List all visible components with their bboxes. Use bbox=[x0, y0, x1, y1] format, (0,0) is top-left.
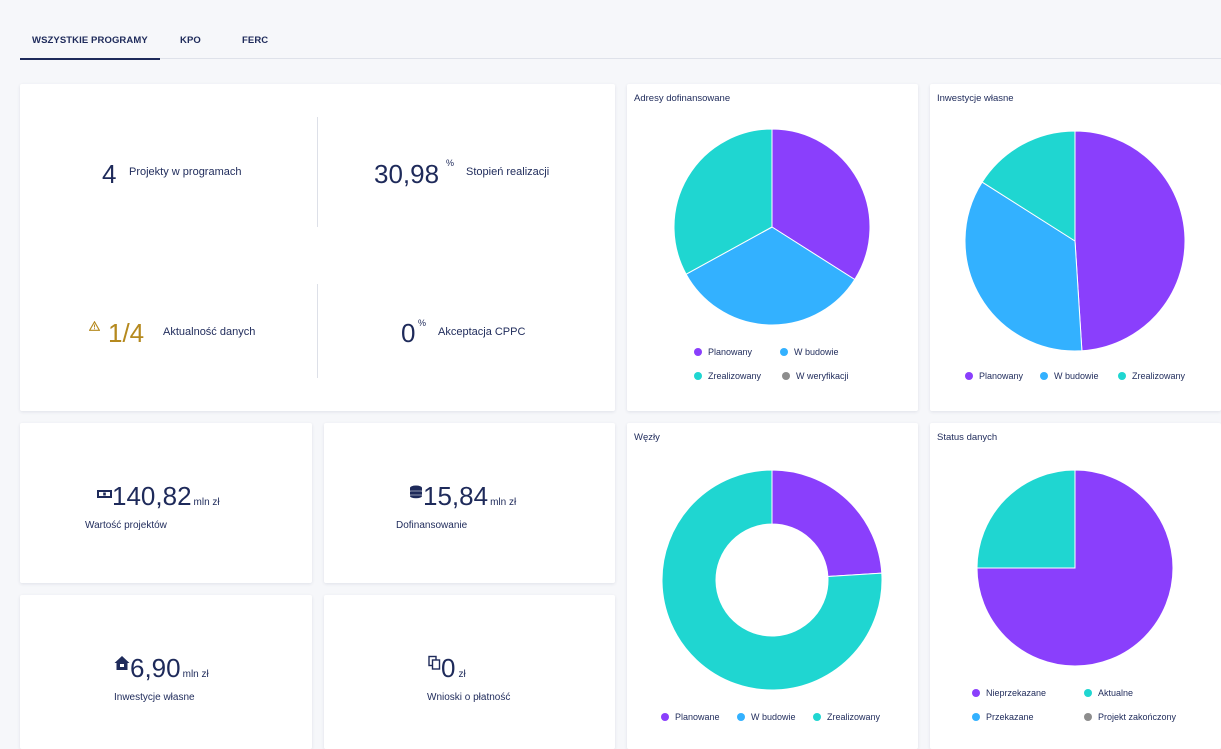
copy-icon bbox=[428, 655, 441, 681]
payment-requests-card: 0 zł Wnioski o płatność bbox=[324, 595, 615, 749]
legend-label: Planowany bbox=[979, 371, 1024, 381]
legend-label: W budowie bbox=[751, 712, 796, 722]
pie-slice-planowany[interactable] bbox=[1074, 130, 1186, 352]
payment-requests-number: 0 bbox=[441, 653, 456, 683]
legend-item-realized[interactable]: Zrealizowany bbox=[1118, 371, 1185, 381]
legend-dot bbox=[782, 372, 790, 380]
chart-card-data-status: Status danych Nieprzekazane Aktualne Prz… bbox=[930, 423, 1221, 749]
legend-label: Zrealizowany bbox=[827, 712, 881, 722]
data-currency-label: Aktualność danych bbox=[163, 326, 256, 338]
legend-label: Projekt zakończony bbox=[1098, 712, 1177, 722]
pie-chart-data-status bbox=[976, 469, 1174, 667]
legend-item-planned[interactable]: Planowany bbox=[965, 371, 1023, 381]
legend-item-planned[interactable]: Planowany bbox=[694, 347, 752, 357]
legend-dot bbox=[661, 713, 669, 721]
legend-item-planned[interactable]: Planowane bbox=[661, 712, 720, 722]
legend-item-realized[interactable]: Zrealizowany bbox=[813, 712, 880, 722]
own-investment-unit: mln zł bbox=[182, 669, 209, 680]
own-investment-card: 6,90 mln zł Inwestycje własne bbox=[20, 595, 312, 749]
project-value-card: 140,82 mln zł Wartość projektów bbox=[20, 423, 312, 583]
summary-stats-card: 4 Projekty w programach 30,98 % Stopień … bbox=[20, 84, 615, 411]
cppc-label: Akceptacja CPPC bbox=[438, 326, 526, 338]
pie-slice-planowane[interactable] bbox=[771, 469, 883, 578]
legend-item-project-finished[interactable]: Projekt zakończony bbox=[1084, 712, 1176, 722]
legend-item-in-construction[interactable]: W budowie bbox=[737, 712, 796, 722]
legend-label: W weryfikacji bbox=[796, 371, 849, 381]
warning-icon bbox=[88, 318, 101, 331]
legend-dot bbox=[972, 689, 980, 697]
own-investment-label: Inwestycje własne bbox=[114, 692, 195, 703]
tab-kpo[interactable]: KPO bbox=[180, 35, 201, 46]
legend-dot bbox=[694, 348, 702, 356]
program-tabs: WSZYSTKIE PROGRAMY KPO FERC bbox=[20, 22, 1221, 60]
cofinancing-card: 15,84 mln zł Dofinansowanie bbox=[324, 423, 615, 583]
payment-requests-label: Wnioski o płatność bbox=[427, 692, 511, 703]
legend-dot bbox=[737, 713, 745, 721]
chart-card-nodes: Węzły Planowane W budowie Zrealizowany bbox=[627, 423, 918, 749]
legend-dot bbox=[1118, 372, 1126, 380]
chart-card-addresses: Adresy dofinansowane Planowany W budowie… bbox=[627, 84, 918, 411]
projects-count: 4 bbox=[102, 159, 117, 189]
legend-label: W budowie bbox=[1054, 371, 1099, 381]
cofinancing-unit: mln zł bbox=[490, 497, 517, 508]
legend-item-transferred[interactable]: Przekazane bbox=[972, 712, 1034, 722]
project-value-label: Wartość projektów bbox=[85, 520, 167, 531]
tab-all-programs[interactable]: WSZYSTKIE PROGRAMY bbox=[20, 35, 160, 60]
house-icon bbox=[114, 655, 130, 681]
tab-ferc[interactable]: FERC bbox=[242, 35, 268, 46]
divider bbox=[317, 117, 318, 227]
legend-dot bbox=[813, 713, 821, 721]
payment-requests-value: 0 zł bbox=[428, 655, 466, 681]
data-currency-value: 1/4 bbox=[108, 318, 145, 348]
legend-label: Planowane bbox=[675, 712, 720, 722]
legend-dot bbox=[972, 713, 980, 721]
payment-requests-unit: zł bbox=[458, 669, 466, 680]
donut-chart-nodes bbox=[661, 469, 883, 691]
realization-label: Stopień realizacji bbox=[466, 166, 550, 178]
cofinancing-value: 15,84 mln zł bbox=[409, 483, 516, 509]
money-icon bbox=[97, 483, 112, 509]
legend-label: Zrealizowany bbox=[708, 371, 762, 381]
legend-dot bbox=[780, 348, 788, 356]
legend-dot bbox=[694, 372, 702, 380]
coins-icon bbox=[409, 483, 423, 509]
project-value-number: 140,82 bbox=[112, 481, 192, 511]
legend-item-in-construction[interactable]: W budowie bbox=[1040, 371, 1099, 381]
legend-item-in-construction[interactable]: W budowie bbox=[780, 347, 839, 357]
cppc-unit: % bbox=[418, 318, 427, 328]
legend-label: Planowany bbox=[708, 347, 753, 357]
chart-card-own-investments: Inwestycje własne Planowany W budowie Zr… bbox=[930, 84, 1221, 411]
pie-slice-aktualne[interactable] bbox=[976, 469, 1076, 569]
own-investment-value: 6,90 mln zł bbox=[114, 655, 209, 681]
legend-item-current[interactable]: Aktualne bbox=[1084, 688, 1133, 698]
divider bbox=[317, 284, 318, 378]
project-value: 140,82 mln zł bbox=[97, 483, 220, 509]
legend-item-realized[interactable]: Zrealizowany bbox=[694, 371, 761, 381]
cofinancing-number: 15,84 bbox=[423, 481, 489, 511]
realization-unit: % bbox=[446, 158, 455, 168]
project-value-unit: mln zł bbox=[193, 497, 220, 508]
legend-item-not-transferred[interactable]: Nieprzekazane bbox=[972, 688, 1046, 698]
cofinancing-label: Dofinansowanie bbox=[396, 520, 468, 531]
cppc-value: 0 bbox=[401, 318, 416, 348]
legend-dot bbox=[965, 372, 973, 380]
pie-chart-own-investments bbox=[964, 130, 1186, 352]
projects-label: Projekty w programach bbox=[129, 166, 242, 178]
legend-label: W budowie bbox=[794, 347, 839, 357]
legend-label: Zrealizowany bbox=[1132, 371, 1186, 381]
legend-dot bbox=[1084, 689, 1092, 697]
pie-chart-addresses bbox=[673, 128, 871, 326]
legend-label: Przekazane bbox=[986, 712, 1034, 722]
legend-dot bbox=[1040, 372, 1048, 380]
realization-value: 30,98 bbox=[374, 159, 440, 189]
legend-label: Nieprzekazane bbox=[986, 688, 1047, 698]
legend-label: Aktualne bbox=[1098, 688, 1134, 698]
own-investment-number: 6,90 bbox=[130, 653, 181, 683]
legend-dot bbox=[1084, 713, 1092, 721]
legend-item-verification[interactable]: W weryfikacji bbox=[782, 371, 849, 381]
